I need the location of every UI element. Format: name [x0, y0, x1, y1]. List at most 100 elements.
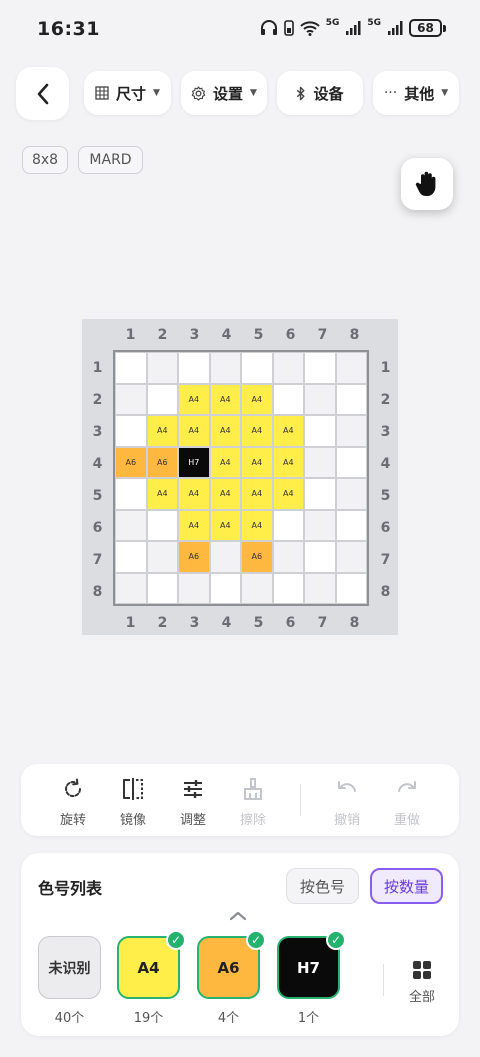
grid-cell[interactable] [335, 352, 367, 384]
grid-cell[interactable] [304, 541, 336, 573]
redo-icon [398, 781, 416, 792]
rotate-icon [65, 778, 82, 798]
grid-cell[interactable] [146, 541, 178, 573]
grid-cell[interactable]: A4 [178, 415, 210, 447]
grid-cell[interactable]: A4 [272, 478, 304, 510]
col-label-bottom: 4 [221, 614, 232, 631]
grid-cell[interactable]: A4 [241, 478, 273, 510]
grid-cell[interactable] [272, 541, 304, 573]
grid-cell[interactable]: A4 [241, 383, 273, 415]
grid-cell[interactable]: A4 [146, 478, 178, 510]
grid-cell[interactable] [115, 415, 147, 447]
grid-cell[interactable]: A4 [209, 509, 241, 541]
grid-cell[interactable] [241, 352, 273, 384]
grid-cell[interactable] [178, 352, 210, 384]
grid-cell[interactable] [335, 478, 367, 510]
grid-cell[interactable] [115, 478, 147, 510]
grid-cell[interactable] [146, 509, 178, 541]
grid-cell[interactable] [115, 352, 147, 384]
back-button[interactable] [16, 67, 69, 120]
grid-cell[interactable] [304, 572, 336, 604]
grid-cell[interactable] [209, 352, 241, 384]
grid-cell[interactable]: A6 [241, 541, 273, 573]
grid-cell[interactable] [304, 478, 336, 510]
grid-cell[interactable]: A4 [178, 509, 210, 541]
grid-cell[interactable] [335, 446, 367, 478]
grid-cell[interactable] [115, 509, 147, 541]
grid-cell[interactable]: A4 [178, 383, 210, 415]
grid-cell[interactable]: A4 [209, 478, 241, 510]
grid-cell[interactable]: A4 [241, 415, 273, 447]
grid-cell[interactable] [335, 572, 367, 604]
grid-cell[interactable] [209, 541, 241, 573]
redo-button[interactable]: 重做 [383, 776, 431, 828]
grid-cell[interactable] [335, 415, 367, 447]
grid-cell[interactable] [304, 415, 336, 447]
grid-cell[interactable]: A6 [178, 541, 210, 573]
grid-cell[interactable]: A4 [209, 446, 241, 478]
grid-cell[interactable] [146, 383, 178, 415]
rotate-button[interactable]: 旋转 [49, 776, 97, 828]
sort-by-code-button[interactable]: 按色号 [286, 868, 359, 904]
grid-cell[interactable]: A4 [209, 415, 241, 447]
color-swatch-a6[interactable]: A6 ✓ [197, 930, 266, 999]
grid-cell[interactable] [115, 541, 147, 573]
grid-cell[interactable] [272, 383, 304, 415]
color-swatch-h7[interactable]: H7 ✓ [277, 930, 346, 999]
grid-cell[interactable] [178, 572, 210, 604]
signal-icon-1 [346, 21, 361, 35]
grid-cell[interactable] [304, 509, 336, 541]
unrecognized-swatch[interactable]: 未识别 [38, 936, 101, 999]
mirror-button[interactable]: 镜像 [109, 776, 157, 828]
grid-cell[interactable] [209, 572, 241, 604]
bead-grid[interactable]: A4 A4 A4 A4 A4 A4 A4 A4 A6 A6 H7 A4 A4 A4 A4 A4 A4 A4 A4 A4… [113, 350, 369, 606]
grid-cell[interactable] [272, 509, 304, 541]
erase-button[interactable]: 擦除 [229, 776, 277, 828]
grid-cell[interactable] [241, 572, 273, 604]
color-swatch-a4[interactable]: A4 ✓ [117, 930, 186, 999]
grid-cell[interactable]: A4 [209, 383, 241, 415]
grid-cell[interactable] [146, 572, 178, 604]
grid-cell[interactable]: A4 [241, 509, 273, 541]
settings-dropdown[interactable]: 设置 ▼ [181, 71, 267, 115]
row-label-right: 7 [380, 551, 391, 568]
grid-cell[interactable]: A6 [146, 446, 178, 478]
grid-cell[interactable]: A4 [146, 415, 178, 447]
chevron-up-icon[interactable] [229, 909, 247, 925]
grid-cell[interactable] [304, 446, 336, 478]
grid-cell[interactable] [272, 572, 304, 604]
device-button[interactable]: 设备 [277, 71, 363, 115]
grid-cell[interactable] [335, 509, 367, 541]
bead-grid-board[interactable]: A4 A4 A4 A4 A4 A4 A4 A4 A6 A6 H7 A4 A4 A4 A4 A4 A4 A4 A4 A4… [82, 319, 398, 635]
grid-cell[interactable]: H7 [178, 446, 210, 478]
grid-cell[interactable] [335, 541, 367, 573]
pan-mode-button[interactable] [401, 158, 453, 210]
grid-cell[interactable] [304, 383, 336, 415]
more-dropdown[interactable]: ··· 其他 ▼ [373, 71, 459, 115]
redo-label: 重做 [393, 813, 420, 828]
grid-cell[interactable] [146, 352, 178, 384]
unrecognized-count: 40个 [54, 1011, 85, 1026]
battery-indicator: 68 [409, 19, 446, 37]
row-label-left: 1 [92, 359, 103, 376]
undo-button[interactable]: 撤销 [323, 776, 371, 828]
undo-label: 撤销 [333, 813, 360, 828]
row-label-right: 4 [380, 455, 391, 472]
color-count: 4个 [217, 1011, 240, 1026]
adjust-button[interactable]: 调整 [169, 776, 217, 828]
grid-cell[interactable] [115, 383, 147, 415]
grid-cell[interactable] [335, 383, 367, 415]
grid-cell[interactable] [272, 352, 304, 384]
grid-cell[interactable]: A4 [241, 446, 273, 478]
sort-by-count-button[interactable]: 按数量 [370, 868, 443, 904]
grid-cell[interactable]: A6 [115, 446, 147, 478]
grid-cell[interactable]: A4 [272, 446, 304, 478]
status-time: 16:31 [37, 18, 100, 40]
size-dropdown[interactable]: 尺寸 ▼ [84, 71, 171, 115]
battery-level: 68 [409, 19, 442, 37]
grid-cell[interactable] [304, 352, 336, 384]
grid-cell[interactable]: A4 [272, 415, 304, 447]
show-all-button[interactable]: 全部 [407, 960, 437, 1005]
grid-cell[interactable]: A4 [178, 478, 210, 510]
grid-cell[interactable] [115, 572, 147, 604]
